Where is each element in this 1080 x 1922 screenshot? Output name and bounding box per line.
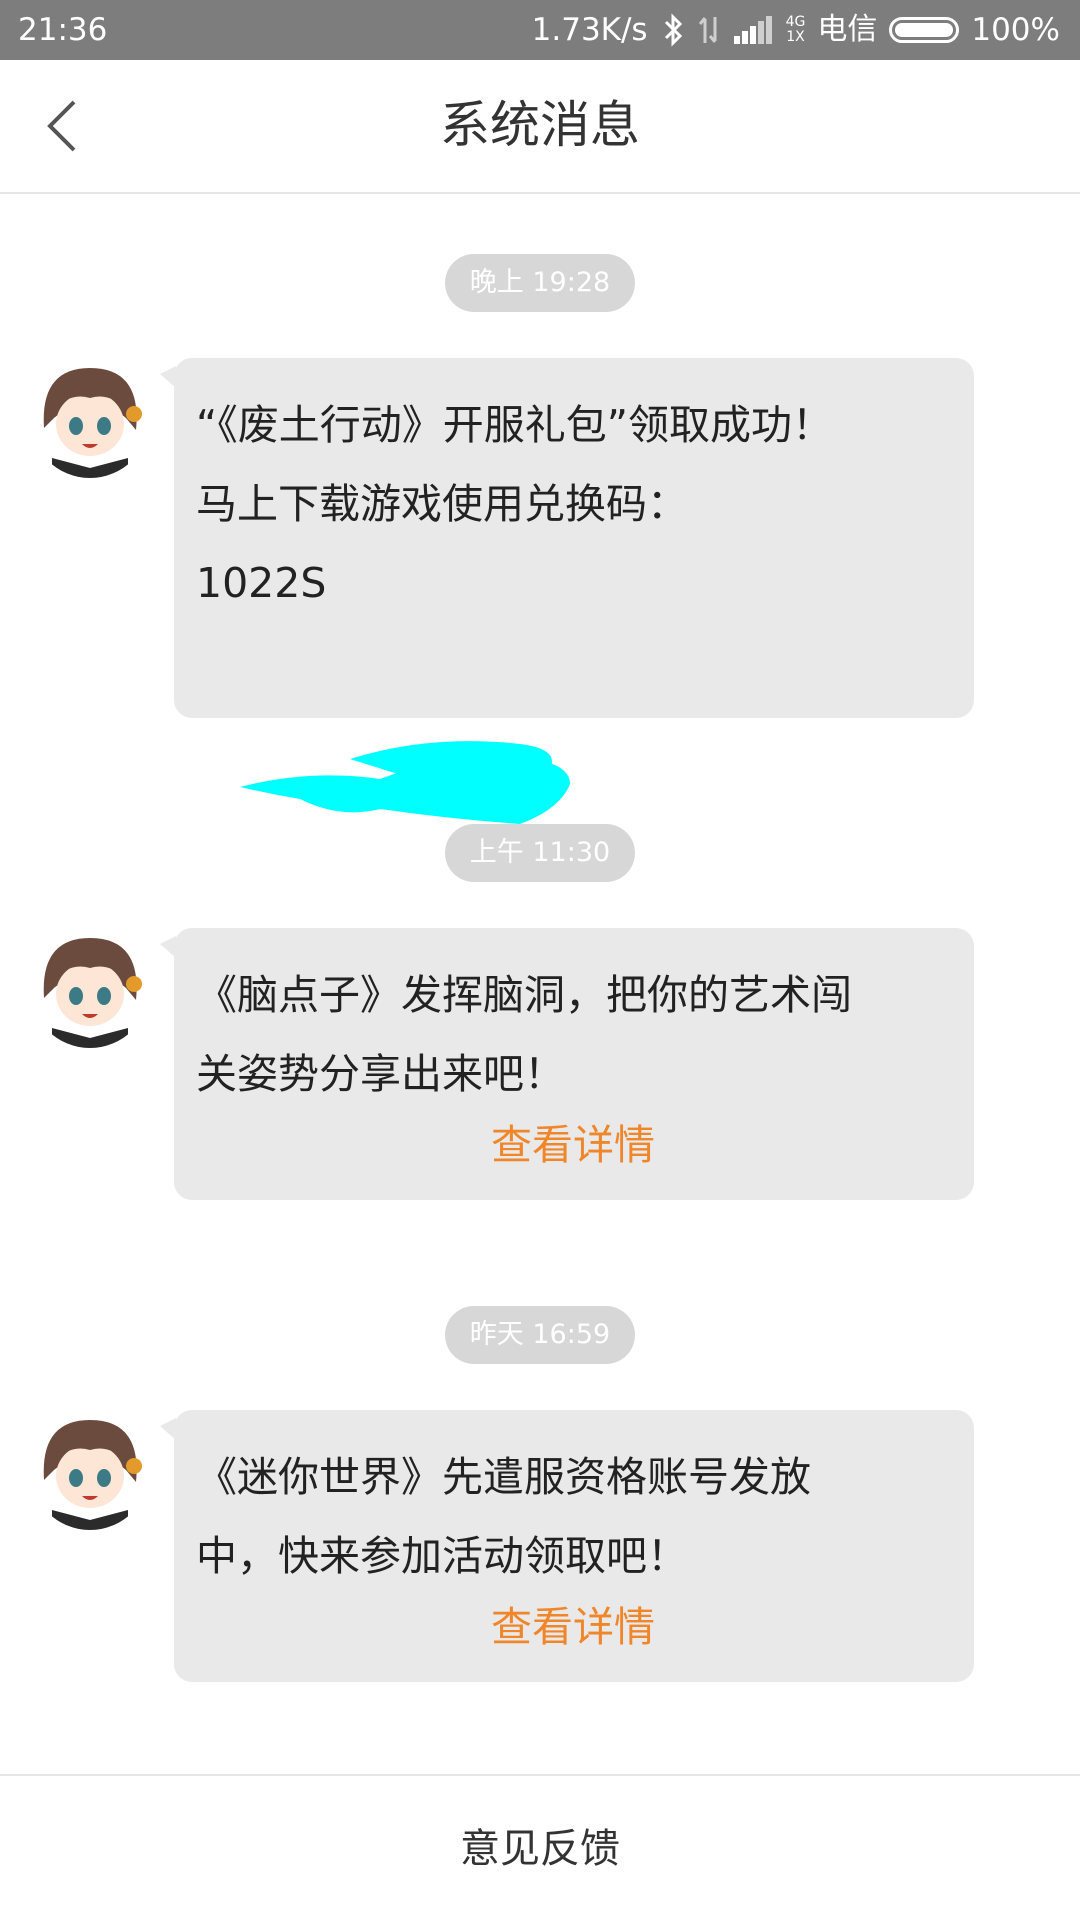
status-time: 21:36 xyxy=(18,12,108,48)
battery-percent: 100% xyxy=(971,12,1060,48)
avatar-character-icon xyxy=(30,358,150,478)
view-details-link[interactable]: 查看详情 xyxy=(196,1592,950,1662)
feedback-button[interactable]: 意见反馈 xyxy=(0,1774,1080,1922)
message-text-line: 《脑点子》发挥脑洞，把你的艺术闯 xyxy=(196,971,852,1019)
avatar-character-icon xyxy=(30,1410,150,1530)
message-text-line: 马上下载游戏使用兑换码： xyxy=(196,480,688,528)
bluetooth-icon xyxy=(664,13,682,47)
message-list[interactable]: 晚上 19:28 “《废土行动》开服礼包”领取成功！ 马上下载游戏使用兑换码： … xyxy=(0,194,1080,1774)
message-text-line: 1022S xyxy=(196,559,327,607)
data-arrows-icon xyxy=(698,17,717,43)
avatar xyxy=(30,1410,150,1530)
avatar xyxy=(30,358,150,478)
carrier-name: 电信 xyxy=(817,12,878,47)
message-text-line: 《迷你世界》先遣服资格账号发放 xyxy=(196,1453,811,1501)
timestamp-pill: 昨天 16:59 xyxy=(445,1306,635,1364)
message-text-line: 关姿势分享出来吧！ xyxy=(196,1050,565,1098)
status-bar: 21:36 1.73K/s 4G 1X 电信 100% xyxy=(0,0,1080,60)
signal-icon xyxy=(733,16,772,44)
avatar xyxy=(30,928,150,1048)
message-text-line: 中，快来参加活动领取吧！ xyxy=(196,1532,688,1580)
battery-icon xyxy=(889,17,960,43)
timestamp-pill: 上午 11:30 xyxy=(445,824,635,882)
message-bubble: 《迷你世界》先遣服资格账号发放 中，快来参加活动领取吧！ 查看详情 xyxy=(160,1410,974,1682)
network-type: 4G 1X xyxy=(785,14,806,45)
view-details-link[interactable]: 查看详情 xyxy=(196,1110,950,1180)
timestamp-pill: 晚上 19:28 xyxy=(445,254,635,312)
message-bubble: “《废土行动》开服礼包”领取成功！ 马上下载游戏使用兑换码： 1022S xyxy=(160,358,974,718)
status-right-group: 1.73K/s 4G 1X 电信 100% xyxy=(520,0,1060,60)
redaction-scribble xyxy=(240,741,570,824)
message-bubble: 《脑点子》发挥脑洞，把你的艺术闯 关姿势分享出来吧！ 查看详情 xyxy=(160,928,974,1200)
network-speed: 1.73K/s xyxy=(531,12,648,48)
message-text-line: “《废土行动》开服礼包”领取成功！ xyxy=(196,401,833,449)
header-bar: 系统消息 xyxy=(0,60,1080,194)
avatar-character-icon xyxy=(30,928,150,1048)
page-title: 系统消息 xyxy=(440,96,640,154)
